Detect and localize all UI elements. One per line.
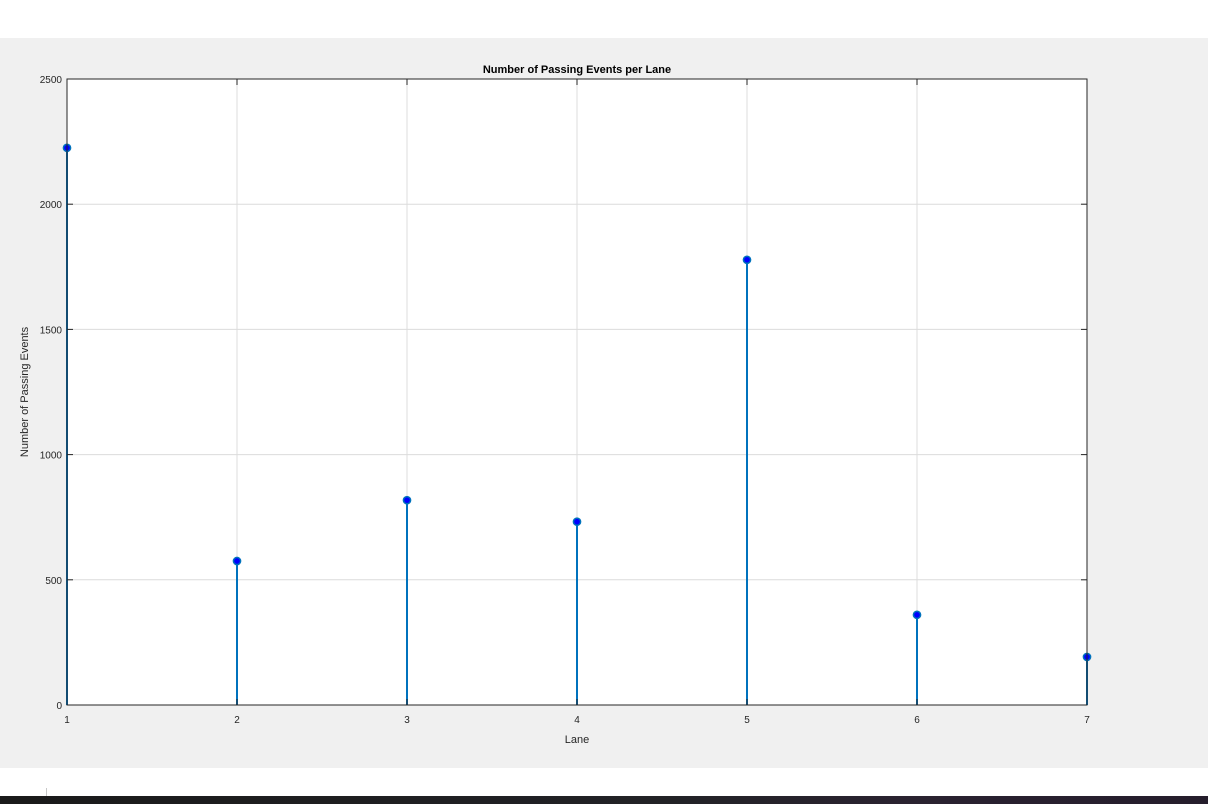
y-axis-label: Number of Passing Events	[19, 326, 31, 457]
y-tick-label: 0	[56, 701, 62, 712]
x-axis-label: Lane	[565, 734, 589, 746]
taskbar-divider	[46, 788, 47, 796]
taskbar-strip	[0, 796, 1208, 804]
x-tick-label: 3	[404, 715, 410, 726]
y-tick-label: 2000	[40, 200, 63, 211]
stem-marker	[232, 556, 242, 566]
y-tick-label: 1000	[40, 451, 63, 462]
stem-marker	[912, 610, 922, 620]
x-tick-label: 7	[1084, 715, 1090, 726]
stem-chart: 1 2 3 4 5 6 7 0 500 1000 1500 2000 2500 Number of Pa…	[19, 64, 1092, 746]
x-tick-label: 4	[574, 715, 580, 726]
chart-title: Number of Passing Events per Lane	[483, 64, 671, 76]
figure-panel: 1 2 3 4 5 6 7 0 500 1000 1500 2000 2500 Number of Pa…	[0, 38, 1208, 768]
y-tick-label: 1500	[40, 325, 63, 336]
x-tick-label: 2	[234, 715, 240, 726]
stem-marker	[402, 495, 412, 505]
x-tick-label: 1	[64, 715, 70, 726]
y-tick-label: 500	[45, 576, 62, 587]
y-tick-label: 2500	[40, 75, 63, 86]
x-tick-label: 6	[914, 715, 920, 726]
stem-marker	[572, 517, 582, 527]
stem-marker	[742, 255, 752, 265]
x-tick-label: 5	[744, 715, 750, 726]
